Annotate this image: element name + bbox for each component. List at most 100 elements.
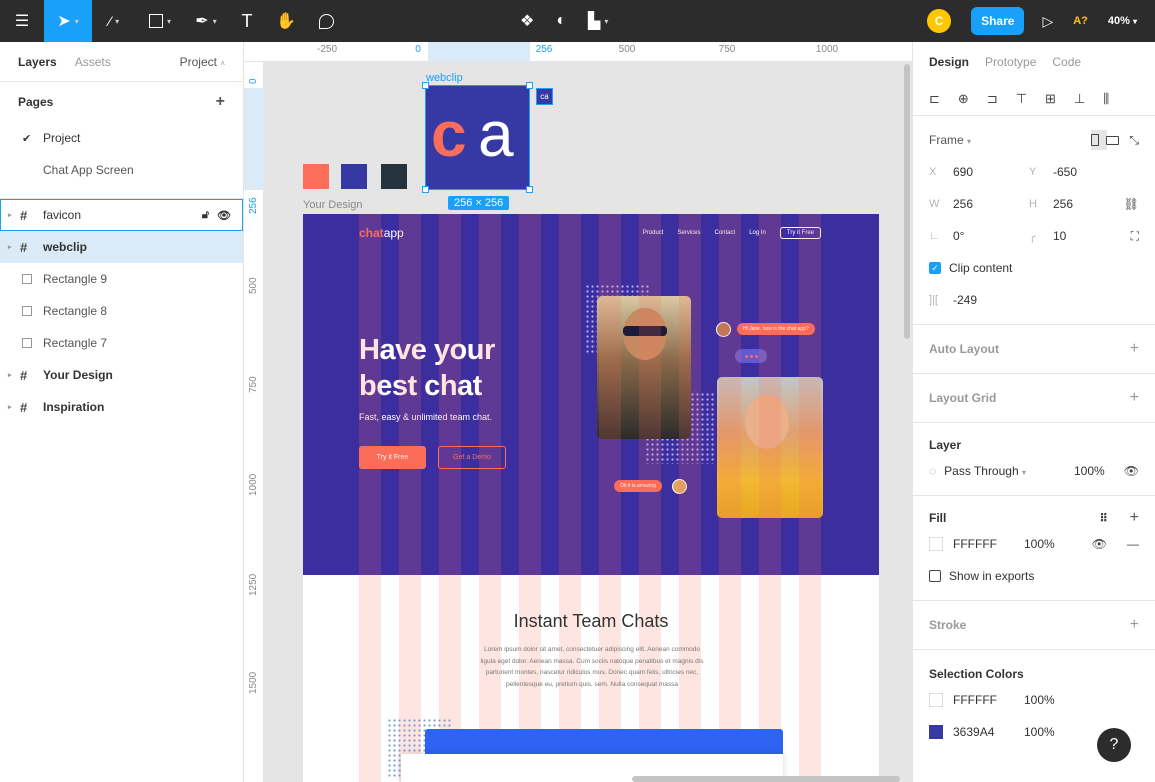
eye-icon[interactable]: 👁︎ [1124,464,1139,478]
fill-opacity-input[interactable]: 100% [1024,537,1055,551]
webclip-frame[interactable]: c a [422,82,533,193]
expand-arrow-icon[interactable]: ▸ [8,243,12,251]
hand-tool-button[interactable]: ✋ [266,0,306,42]
selection-color-swatch[interactable] [929,693,943,707]
avatar[interactable]: C [927,9,952,33]
add-auto-layout-icon[interactable]: + [1130,340,1139,358]
y-input[interactable]: -650 [1053,165,1077,179]
add-fill-icon[interactable]: + [1130,509,1139,527]
layer-rectangle-8[interactable]: Rectangle 8 [0,295,243,327]
favicon-frame[interactable]: ca [536,88,553,105]
vertical-scrollbar[interactable] [904,64,910,339]
resize-handle[interactable] [526,82,533,89]
rotation-input[interactable]: 0° [953,229,964,243]
chevron-down-icon: ▾ [967,137,972,146]
height-input[interactable]: 256 [1053,197,1073,211]
width-input[interactable]: 256 [953,197,973,211]
frame-preset-dropdown[interactable]: Frame ▾ [929,133,971,147]
align-center-h-icon[interactable]: ⊕ [958,91,969,107]
align-bottom-icon[interactable]: ⊥ [1074,91,1085,107]
horizontal-scrollbar[interactable] [632,776,900,782]
align-right-icon[interactable]: ⊐ [987,91,998,107]
move-tool-button[interactable]: ➤ ▾ [44,0,92,42]
main-menu-icon[interactable]: ☰ [0,0,44,42]
pen-tool-button[interactable]: ✒ ▾ [184,0,228,42]
frame-tool-button[interactable]: ⁄ ▾ [92,0,136,42]
fill-hex-input[interactable]: FFFFFF [953,537,997,551]
webclip-frame-label[interactable]: webclip [426,72,463,84]
selection-color-opacity[interactable]: 100% [1024,725,1055,739]
layer-rectangle-7[interactable]: Rectangle 7 [0,327,243,359]
tab-code[interactable]: Code [1052,55,1081,69]
present-icon[interactable]: ▷ [1042,13,1053,30]
layout-grid-column [559,214,581,782]
tab-assets[interactable]: Assets [75,55,111,69]
canvas[interactable]: webclip c a ca 256 × 256 Your Design cha… [264,62,912,782]
frame-label: Frame [929,133,964,147]
expand-arrow-icon[interactable]: ▸ [8,211,12,219]
mask-icon[interactable]: ◐ [556,0,566,42]
clip-content-checkbox[interactable]: ✓ [929,262,941,274]
layer-your-design[interactable]: ▸ # Your Design [0,359,243,391]
expand-arrow-icon[interactable]: ▸ [8,371,12,379]
rectangle-swatch-dark[interactable] [381,164,407,189]
your-design-frame[interactable]: chatapp Product Services Contact Log In … [303,214,879,782]
unlock-icon[interactable]: 🔓︎ [202,209,209,222]
show-exports-checkbox[interactable] [929,570,941,582]
constrain-proportions-icon[interactable]: ⛓ [1124,197,1139,211]
remove-fill-icon[interactable]: — [1127,537,1139,551]
tab-prototype[interactable]: Prototype [985,55,1036,69]
expand-arrow-icon[interactable]: ▸ [8,403,12,411]
fill-color-swatch[interactable] [929,537,943,551]
blend-mode-dropdown[interactable]: Pass Through ▾ [944,464,1026,478]
resize-handle[interactable] [422,186,429,193]
layer-rectangle-9[interactable]: Rectangle 9 [0,263,243,295]
independent-corners-icon[interactable]: ⛶ [1131,229,1139,244]
rectangle-swatch-indigo[interactable] [341,164,367,189]
distribute-icon[interactable]: ⫼ [1103,91,1109,107]
styles-grid-icon[interactable]: ⠿ [1100,512,1108,525]
radius-input[interactable]: 10 [1053,229,1066,243]
selection-color-opacity[interactable]: 100% [1024,693,1055,707]
components-icon[interactable]: ❖ [520,0,534,42]
design-frame-label[interactable]: Your Design [303,199,363,211]
zoom-dropdown[interactable]: 40% ▾ [1108,15,1137,27]
layer-label: Rectangle 8 [43,304,108,318]
layer-opacity-input[interactable]: 100% [1074,464,1105,478]
share-button[interactable]: Share [971,7,1025,35]
selection-color-swatch[interactable] [929,725,943,739]
comment-tool-button[interactable] [306,0,346,42]
project-dropdown[interactable]: Project ˄ [180,55,225,69]
resize-handle[interactable] [526,186,533,193]
layer-webclip[interactable]: ▸ # webclip [0,231,243,263]
eye-icon[interactable]: 👁︎ [1092,537,1107,551]
x-input[interactable]: 690 [953,165,973,179]
selection-color-hex[interactable]: 3639A4 [953,725,994,739]
selection-color-row[interactable]: FFFFFF 100% [913,684,1155,716]
resize-handle[interactable] [422,82,429,89]
page-item-chat-app-screen[interactable]: Chat App Screen [0,154,243,186]
align-center-v-icon[interactable]: ⊞ [1045,91,1056,107]
page-item-project[interactable]: ✔ Project [0,122,243,154]
align-top-icon[interactable]: ⊤ [1016,91,1027,107]
tab-layers[interactable]: Layers [18,55,57,69]
eye-icon[interactable]: 👁︎ [217,209,231,222]
text-tool-button[interactable]: T [228,0,266,42]
shape-tool-button[interactable]: ▾ [136,0,184,42]
tab-design[interactable]: Design [929,55,969,69]
layer-inspiration[interactable]: ▸ # Inspiration [0,391,243,423]
radius-group: ╭ 10 [1029,229,1066,243]
help-button[interactable]: ? [1097,728,1131,762]
selection-color-hex[interactable]: FFFFFF [953,693,997,707]
resize-to-fit-icon[interactable]: ⤡ [1129,133,1139,148]
align-left-icon[interactable]: ⊏ [929,91,940,107]
add-page-icon[interactable]: + [216,93,225,111]
add-stroke-icon[interactable]: + [1130,616,1139,634]
spacing-input[interactable]: -249 [953,293,977,307]
add-layout-grid-icon[interactable]: + [1130,389,1139,407]
boolean-icon[interactable]: ▙ ▾ [588,0,608,42]
accessibility-check-button[interactable]: A? [1073,15,1088,27]
rectangle-swatch-coral[interactable] [303,164,329,189]
layer-favicon[interactable]: ▸ # favicon 🔓︎ 👁︎ [0,199,243,231]
landscape-icon[interactable] [1106,135,1119,145]
